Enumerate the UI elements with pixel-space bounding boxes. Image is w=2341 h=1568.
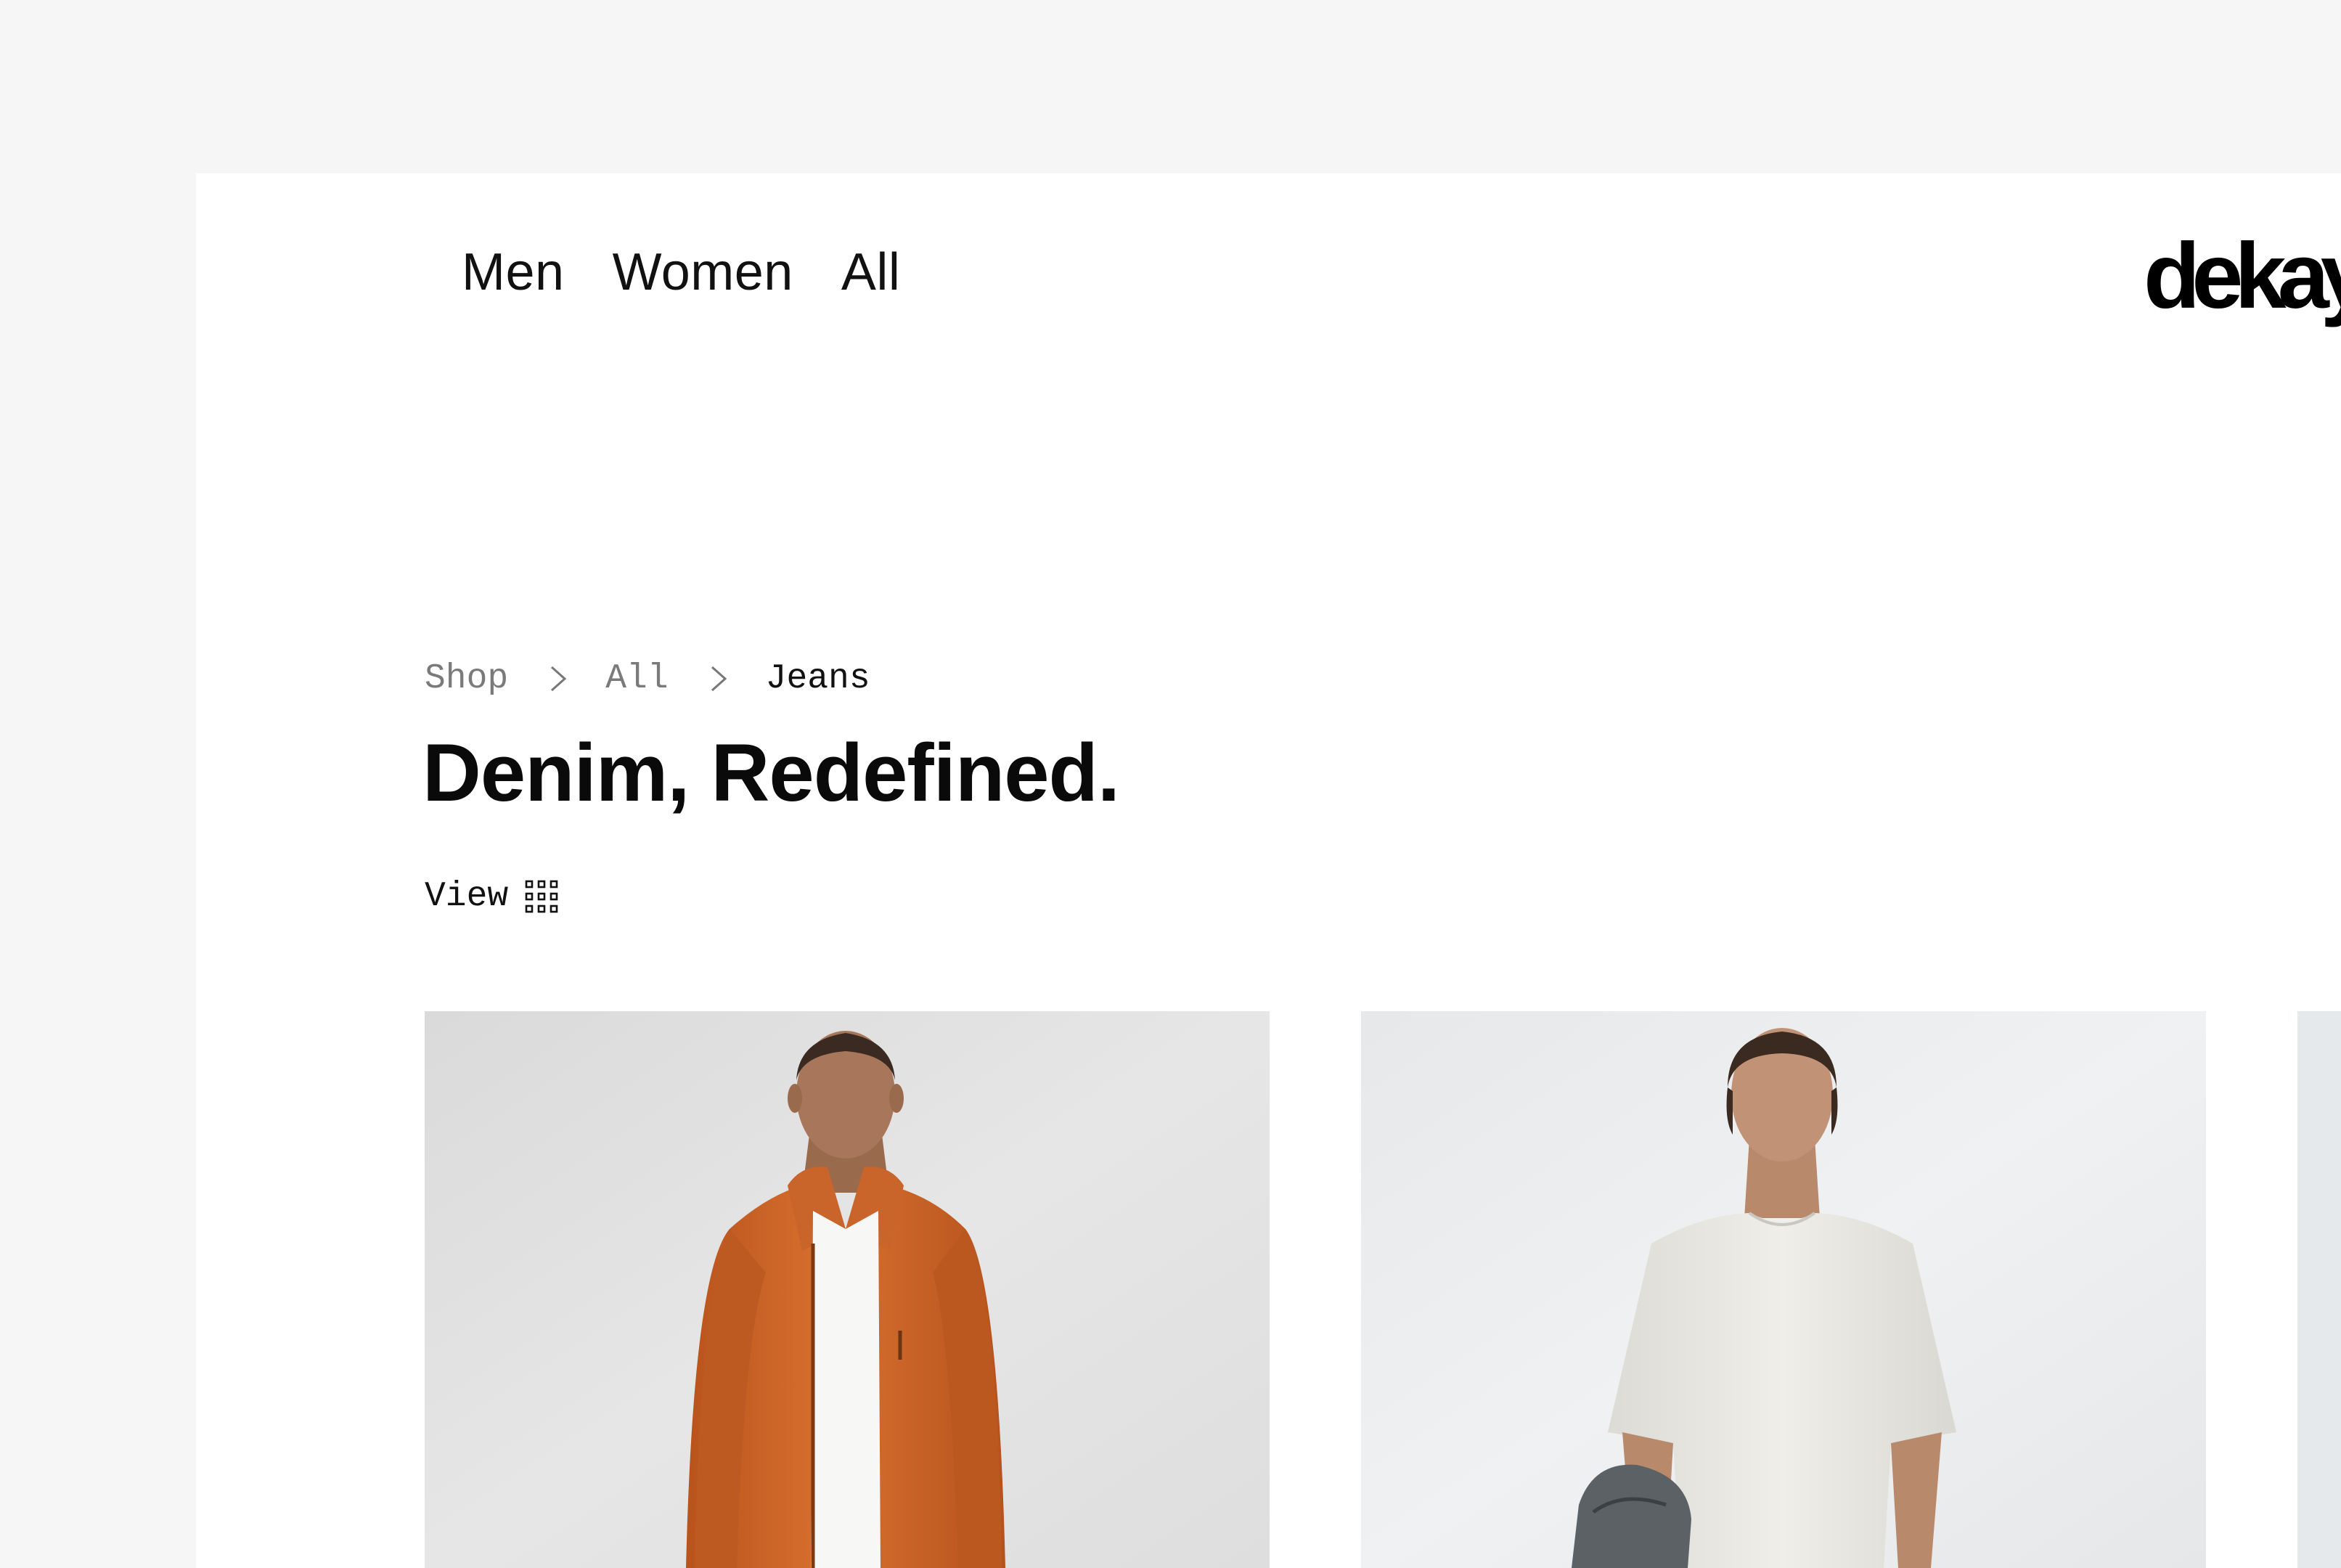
- product-grid: [425, 1011, 2341, 1568]
- breadcrumb-item-jeans: Jeans: [765, 659, 870, 698]
- nav-item-women[interactable]: Women: [613, 246, 793, 298]
- chevron-right-icon: [711, 666, 727, 692]
- grid-icon: [525, 880, 558, 913]
- product-card[interactable]: [2297, 1011, 2341, 1568]
- category-nav: Men Women All: [462, 246, 900, 298]
- breadcrumb: Shop All Jeans: [425, 661, 870, 696]
- breadcrumb-item-all[interactable]: All: [605, 661, 668, 696]
- view-toggle-button[interactable]: View: [425, 879, 559, 914]
- chevron-right-icon: [551, 666, 567, 692]
- storefront-page: Men Women All dekay Shop All Jeans Denim…: [196, 173, 2341, 1568]
- product-image-partial: [2297, 1011, 2341, 1568]
- product-image-orange-jacket: [425, 1011, 1270, 1568]
- view-toggle-label: View: [425, 877, 509, 916]
- breadcrumb-item-shop[interactable]: Shop: [425, 661, 508, 696]
- product-image-white-tshirt: [1361, 1011, 2206, 1568]
- brand-logo[interactable]: dekay: [2144, 230, 2341, 323]
- nav-item-men[interactable]: Men: [462, 246, 565, 298]
- product-card[interactable]: [425, 1011, 1270, 1568]
- nav-item-all[interactable]: All: [841, 246, 901, 298]
- product-card[interactable]: [1361, 1011, 2206, 1568]
- page-title: Denim, Redefined.: [422, 727, 1120, 818]
